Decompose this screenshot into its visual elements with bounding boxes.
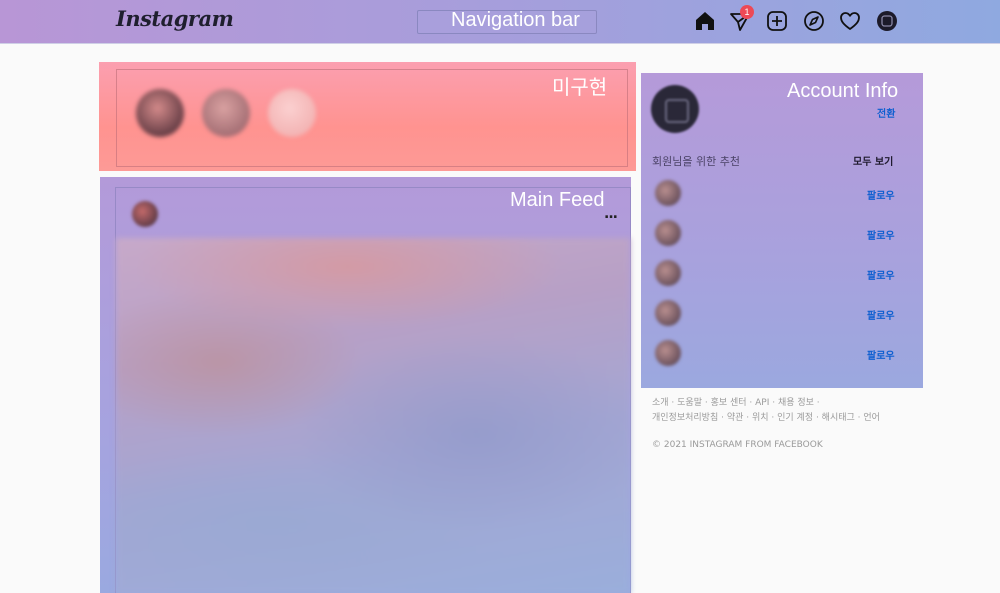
activity-heart-icon[interactable] [839,10,861,32]
follow-button[interactable]: 팔로우 [867,187,895,202]
suggestion-avatar[interactable] [655,180,681,206]
follow-button[interactable]: 팔로우 [867,307,895,322]
account-avatar[interactable] [651,85,699,133]
stories-region-label: 미구현 [552,77,608,99]
suggestion-avatar[interactable] [655,340,681,366]
switch-account-button[interactable]: 전환 [877,105,895,120]
suggestion-item: 팔로우 [653,177,911,211]
account-info-region: 전환 Account Info 회원님을 위한 추천 모두 보기 팔로우 팔로우… [641,73,923,388]
suggestion-item: 팔로우 [653,217,911,251]
suggestion-avatar[interactable] [655,220,681,246]
navigation-bar: Instagram Navigation bar 1 [0,0,1000,44]
footer-links: 소개 · 도움말 · 홍보 센터 · API · 채용 정보 · 개인정보처리방… [652,396,912,426]
suggestion-item: 팔로우 [653,337,911,371]
home-icon[interactable] [694,10,716,32]
suggestion-avatar[interactable] [655,300,681,326]
footer-copyright: © 2021 INSTAGRAM FROM FACEBOOK [652,440,823,450]
new-post-icon[interactable] [766,10,788,32]
follow-button[interactable]: 팔로우 [867,267,895,282]
suggestions-title: 회원님을 위한 추천 [652,155,740,168]
navigation-bar-label: Navigation bar [451,9,580,31]
footer-links-line[interactable]: 소개 · 도움말 · 홍보 센터 · API · 채용 정보 · [652,396,912,411]
follow-button[interactable]: 팔로우 [867,347,895,362]
explore-icon[interactable] [803,10,825,32]
main-feed-region-label: Main Feed [510,189,605,211]
story-avatar[interactable] [268,89,316,137]
suggestion-item: 팔로우 [653,257,911,291]
story-avatar[interactable] [136,89,184,137]
post-image[interactable] [116,238,630,593]
profile-icon[interactable] [876,10,898,32]
message-count-badge: 1 [740,5,754,19]
footer-links-line[interactable]: 개인정보처리방침 · 약관 · 위치 · 인기 계정 · 해시태그 · 언어 [652,411,912,426]
story-avatar[interactable] [202,89,250,137]
see-all-suggestions-link[interactable]: 모두 보기 [853,153,893,168]
stories-region: 미구현 [99,62,636,171]
post-more-options-icon[interactable]: ... [604,206,618,222]
suggestion-avatar[interactable] [655,260,681,286]
direct-message-icon[interactable]: 1 [729,5,754,32]
main-feed-region: ... Main Feed [100,177,631,593]
instagram-page: Instagram Navigation bar 1 미구현 ... Main … [0,0,1000,593]
suggestion-item: 팔로우 [653,297,911,331]
follow-button[interactable]: 팔로우 [867,227,895,242]
post-author-avatar[interactable] [132,201,158,227]
instagram-logo[interactable]: Instagram [116,6,234,31]
account-avatar-frame [665,99,689,123]
account-info-region-label: Account Info [787,80,899,102]
feed-post: ... [115,187,631,593]
